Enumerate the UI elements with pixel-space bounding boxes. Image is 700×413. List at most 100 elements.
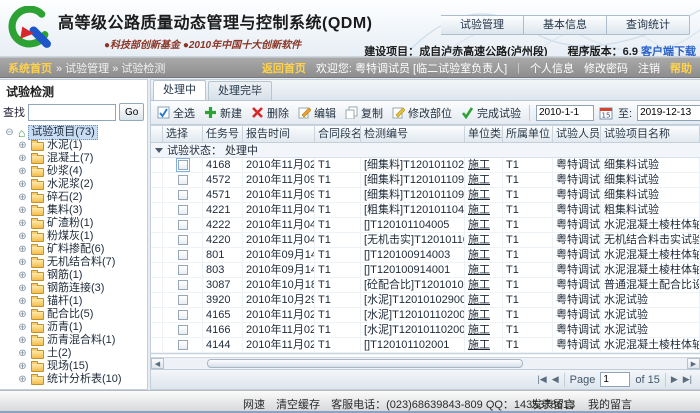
table-row[interactable]: 803 2010年09月14日 T1 []T120100914001 施工 T1… [151,263,700,278]
tree-item-label[interactable]: 钢筋连接(3) [47,282,104,295]
breadcrumb-home[interactable]: 系统首页 [8,60,52,76]
table-row[interactable]: 4222 2010年11月04日 T1 []T120101104005 施工 T… [151,218,700,233]
tree-item-label[interactable]: 统计分析表(10) [47,373,122,386]
unit-type-cell[interactable]: 施工 [465,248,503,262]
table-row[interactable]: 4220 2010年11月04日 T1 [无机击实]T120101104001 … [151,233,700,248]
my-message-link[interactable]: 我的留言 [588,399,632,411]
table-row[interactable]: 4166 2010年11月02日 T1 [水泥]T120101102002 施工… [151,323,700,338]
tree-item[interactable]: ⊕ 钢筋连接(3) [4,282,147,295]
row-checkbox[interactable] [178,205,188,215]
tree-item[interactable]: ⊕ 钢筋(1) [4,269,147,282]
date-from-input[interactable] [536,105,594,121]
column-header-person[interactable]: 试验人员 [553,126,601,142]
tree-item[interactable]: ⊕ 土(2) [4,347,147,360]
tree-search-input[interactable] [28,104,116,121]
row-select-cell[interactable] [163,338,203,352]
date-from-calendar-button[interactable]: 15 [599,106,613,120]
column-header-select[interactable]: 选择 [163,126,203,142]
row-checkbox[interactable] [178,235,188,245]
tree-item-label[interactable]: 砂浆(4) [47,165,82,178]
tree-item[interactable]: ⊕ 统计分析表(10) [4,373,147,386]
row-select-cell[interactable] [163,233,203,247]
row-checkbox[interactable] [178,190,188,200]
row-select-cell[interactable] [163,248,203,262]
return-home-link[interactable]: 返回首页 [262,60,306,76]
expand-icon[interactable]: ⊕ [17,347,28,360]
tree-item[interactable]: ⊕ 混凝土(7) [4,152,147,165]
tree-item[interactable]: ⊕ 集料(3) [4,204,147,217]
expand-icon[interactable]: ⊕ [17,243,28,256]
tree-root-item[interactable]: ⊖ ⌂ 试验项目(73) [4,126,147,139]
tree-item-label[interactable]: 沥青(1) [47,321,82,334]
row-checkbox[interactable] [178,310,188,320]
tree-item-label[interactable]: 水泥(1) [47,139,82,152]
unit-type-cell[interactable]: 施工 [465,233,503,247]
table-row[interactable]: 4168 2010年11月02日 T1 [细集料]T120101102001 施… [151,158,700,173]
expand-icon[interactable]: ⊕ [17,321,28,334]
tree-item-label[interactable]: 配合比(5) [47,308,93,321]
scroll-right-arrow[interactable]: ▶ [687,358,700,369]
row-select-cell[interactable] [163,158,203,172]
expand-icon[interactable]: ⊕ [17,360,28,373]
row-checkbox[interactable] [178,250,188,260]
tree-item-label[interactable]: 粉煤灰(1) [47,230,93,243]
expand-icon[interactable]: ⊕ [17,230,28,243]
row-checkbox[interactable] [178,280,188,290]
group-collapse-icon[interactable] [155,148,163,153]
row-select-cell[interactable] [163,173,203,187]
unit-type-cell[interactable]: 施工 [465,188,503,202]
tree-item[interactable]: ⊕ 碎石(2) [4,191,147,204]
copy-button[interactable]: 复制 [343,104,385,122]
select-all-button[interactable]: 全选 [155,104,197,122]
expand-icon[interactable]: ⊕ [17,269,28,282]
help-link[interactable]: 帮助 [670,60,692,76]
column-header-unittype[interactable]: 单位类型 [465,126,503,142]
expand-icon[interactable]: ⊕ [17,256,28,269]
row-select-cell[interactable] [163,278,203,292]
tree-item-label[interactable]: 锚杆(1) [47,295,82,308]
tree-item-label[interactable]: 现场(15) [47,360,89,373]
tab-processing[interactable]: 处理中 [153,80,206,100]
scroll-left-arrow[interactable]: ◀ [151,358,164,369]
tree-item[interactable]: ⊕ 矿料掺配(6) [4,243,147,256]
unit-type-cell[interactable]: 施工 [465,263,503,277]
unit-type-cell[interactable]: 施工 [465,308,503,322]
table-row[interactable]: 4571 2010年11月09日 T1 [细集料]T120101109002 施… [151,188,700,203]
tree-item[interactable]: ⊕ 水泥浆(2) [4,178,147,191]
tab-finished[interactable]: 处理完毕 [208,81,272,100]
tree-item-label[interactable]: 碎石(2) [47,191,82,204]
search-go-button[interactable]: Go [119,103,144,121]
net-speed-link[interactable]: 网速 [243,399,265,411]
expand-icon[interactable]: ⊕ [17,295,28,308]
unit-type-cell[interactable]: 施工 [465,323,503,337]
column-header-task[interactable]: 任务号 [203,126,243,142]
tree-item-label[interactable]: 集料(3) [47,204,82,217]
row-checkbox[interactable] [178,340,188,350]
row-checkbox[interactable] [178,220,188,230]
expand-icon[interactable]: ⊕ [17,178,28,191]
tree-item[interactable]: ⊕ 沥青(1) [4,321,147,334]
table-row[interactable]: 3087 2010年10月18日 T1 [砼配合比]T120101018001 … [151,278,700,293]
unit-type-cell[interactable]: 施工 [465,278,503,292]
expand-icon[interactable]: ⊕ [17,217,28,230]
tree-item-label[interactable]: 混凝土(7) [47,152,93,165]
row-checkbox[interactable] [178,295,188,305]
column-header-unit[interactable]: 所属单位 [503,126,553,142]
tree-item[interactable]: ⊕ 锚杆(1) [4,295,147,308]
tree-item[interactable]: ⊕ 砂浆(4) [4,165,147,178]
horizontal-scrollbar[interactable]: ◀ ▶ [151,357,700,369]
client-download-link[interactable]: 客户端下载 [641,46,696,57]
prev-page-button[interactable]: ◀ [552,374,559,385]
last-page-button[interactable]: ▶| [683,374,692,385]
tree-item-label[interactable]: 钢筋(1) [47,269,82,282]
collapse-icon[interactable]: ⊖ [4,126,15,139]
row-select-cell[interactable] [163,263,203,277]
column-header-number[interactable]: 检测编号 [361,126,465,142]
tree-item-label[interactable]: 矿料掺配(6) [47,243,104,256]
expand-icon[interactable]: ⊕ [17,373,28,386]
tree-item-label[interactable]: 沥青混合料(1) [47,334,115,347]
unit-type-cell[interactable]: 施工 [465,218,503,232]
expand-icon[interactable]: ⊕ [17,282,28,295]
expand-icon[interactable]: ⊕ [17,191,28,204]
personal-info-link[interactable]: 个人信息 [530,60,574,76]
